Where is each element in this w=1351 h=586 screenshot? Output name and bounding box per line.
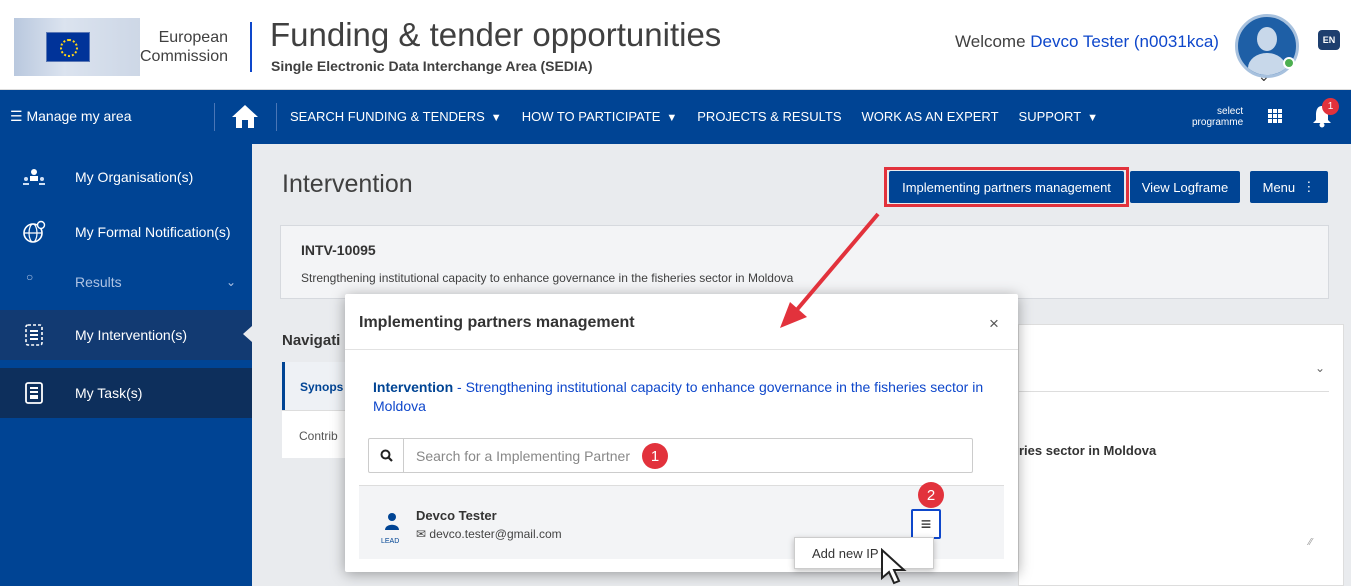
- step-badge-2: 2: [918, 482, 944, 508]
- add-new-ip-menu-item[interactable]: Add new IP: [794, 537, 934, 569]
- kebab-icon: ⋮: [1302, 179, 1316, 194]
- modal-header: Implementing partners management ×: [345, 294, 1018, 350]
- caret-down-icon: ▼: [490, 112, 502, 124]
- site-subtitle: Single Electronic Data Interchange Area …: [271, 58, 593, 74]
- org-name-line1: European: [158, 29, 228, 46]
- partner-search-input[interactable]: [405, 439, 972, 472]
- site-header: European Commission Funding & tender opp…: [0, 0, 1351, 90]
- implementing-partners-management-button[interactable]: Implementing partners management: [889, 171, 1124, 203]
- partner-email: ✉ devco.tester@gmail.com: [416, 527, 562, 541]
- sidebar: My Organisation(s) My Formal Notificatio…: [0, 144, 252, 586]
- site-title: Funding & tender opportunities: [270, 16, 722, 53]
- modal-intervention-info: Intervention - Strengthening institution…: [373, 379, 984, 414]
- search-icon[interactable]: [369, 439, 404, 472]
- nav-item-contributions[interactable]: Contrib: [282, 410, 346, 458]
- eu-flag-icon: [46, 32, 90, 62]
- home-icon[interactable]: [230, 102, 260, 130]
- globe-settings-icon: [23, 220, 46, 243]
- step-badge-1: 1: [642, 443, 668, 469]
- sidebar-item-results[interactable]: ○ Results ⌄: [0, 257, 252, 307]
- manage-my-area-toggle[interactable]: ☰ Manage my area: [10, 108, 132, 125]
- online-status-icon: [1283, 57, 1295, 69]
- sidebar-item-formal-notifications[interactable]: My Formal Notification(s): [0, 207, 252, 257]
- intervention-description: Strengthening institutional capacity to …: [301, 271, 794, 285]
- sidebar-item-organisations[interactable]: My Organisation(s): [0, 152, 252, 202]
- notification-badge: 1: [1322, 98, 1339, 115]
- implementing-partners-modal: Implementing partners management × Inter…: [345, 294, 1018, 572]
- resize-handle-icon[interactable]: ⁄⁄: [1309, 537, 1312, 548]
- menu-work-as-expert[interactable]: WORK AS AN EXPERT: [862, 109, 999, 124]
- top-menu: SEARCH FUNDING & TENDERS ▼ HOW TO PARTICI…: [290, 109, 1098, 124]
- mouse-pointer-icon: [881, 548, 907, 585]
- circle-icon: ○: [26, 270, 34, 284]
- header-separator: [250, 22, 252, 72]
- nav-item-synopsis[interactable]: Synops: [282, 362, 346, 410]
- partner-name: Devco Tester: [416, 508, 497, 523]
- menu-how-to-participate[interactable]: HOW TO PARTICIPATE ▼: [522, 109, 678, 124]
- chevron-down-icon[interactable]: ⌄: [1315, 361, 1325, 375]
- language-selector[interactable]: EN: [1318, 30, 1340, 50]
- ec-logo[interactable]: European Commission: [14, 18, 236, 76]
- sidebar-item-interventions[interactable]: My Intervention(s): [0, 310, 252, 360]
- menu-search-funding[interactable]: SEARCH FUNDING & TENDERS ▼: [290, 109, 502, 124]
- sidebar-item-tasks[interactable]: My Task(s): [0, 368, 252, 418]
- hamburger-icon: ☰: [10, 108, 23, 124]
- navigation-title: Navigati: [282, 332, 341, 349]
- caret-down-icon: ▼: [1087, 112, 1099, 124]
- lead-role-tag: LEAD: [381, 538, 400, 545]
- menu-button[interactable]: Menu ⋮: [1250, 171, 1328, 203]
- page-title: Intervention: [282, 170, 413, 198]
- task-icon: [25, 382, 43, 404]
- modal-title: Implementing partners management: [359, 314, 635, 331]
- apps-grid-icon[interactable]: [1268, 109, 1282, 123]
- user-name-link[interactable]: Devco Tester (n0031kca): [1030, 32, 1219, 51]
- intervention-code: INTV-10095: [301, 242, 376, 258]
- chevron-down-icon: ⌄: [226, 275, 237, 289]
- view-logframe-button[interactable]: View Logframe: [1130, 171, 1240, 203]
- partner-actions-button[interactable]: ≡: [911, 509, 941, 539]
- navigation-list: Synops Contrib: [282, 362, 346, 458]
- chevron-down-icon[interactable]: ⌄: [1258, 68, 1270, 85]
- select-programme[interactable]: select programme: [1192, 106, 1243, 128]
- menu-support[interactable]: SUPPORT ▼: [1019, 109, 1099, 124]
- detail-title-text: ries sector in Moldova: [1019, 443, 1157, 458]
- close-icon[interactable]: ×: [989, 314, 999, 334]
- detail-panel: ⌄ ries sector in Moldova ⁄⁄: [1018, 324, 1344, 586]
- org-name-line2: Commission: [139, 48, 228, 65]
- intervention-icon: [25, 324, 43, 346]
- main-navbar: ☰ Manage my area SEARCH FUNDING & TENDER…: [0, 90, 1351, 144]
- envelope-icon: ✉: [416, 527, 427, 541]
- welcome-message: Welcome Devco Tester (n0031kca): [955, 32, 1219, 51]
- menu-projects-results[interactable]: PROJECTS & RESULTS: [697, 109, 841, 124]
- partner-search: [368, 438, 973, 473]
- organisation-icon: [23, 169, 45, 185]
- caret-down-icon: ▼: [666, 112, 678, 124]
- intervention-summary-card: INTV-10095 Strengthening institutional c…: [280, 225, 1329, 299]
- user-lead-icon: [385, 513, 399, 530]
